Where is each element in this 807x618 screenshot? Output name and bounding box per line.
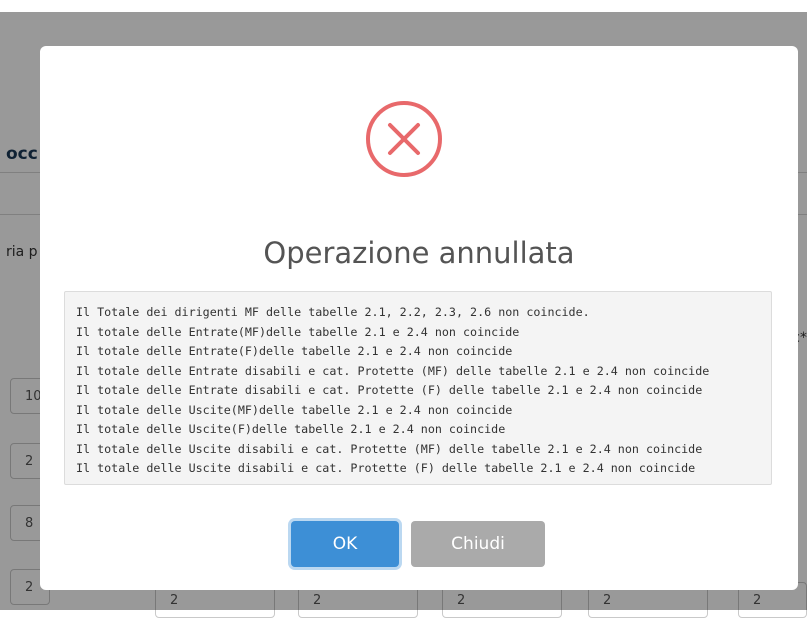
error-message-line: Il totale delle Uscite(MF)delle tabelle … [76,402,513,417]
error-message-line: Il totale delle Entrate(F)delle tabelle … [76,344,513,358]
error-message-line: Il Totale dei dirigenti MF delle tabelle… [76,305,590,319]
error-message-line: Il totale delle Entrate disabili e cat. … [76,363,710,378]
error-message-line: Il totale delle Uscite disabili e cat. P… [76,441,703,456]
error-circle-x-icon [366,101,442,177]
error-message-line: Il totale delle Uscite disabili e cat. P… [76,461,696,475]
error-dialog: Operazione annullata Il Totale dei dirig… [40,46,798,590]
error-message-line: Il totale delle Entrate disabili e cat. … [76,383,703,397]
top-strip [0,0,807,12]
error-message-line: Il totale delle Entrate(MF)delle tabelle… [76,324,520,339]
dialog-title: Operazione annullata [263,236,575,270]
error-message-box: Il Totale dei dirigenti MF delle tabelle… [64,291,772,485]
error-message-line: Il totale delle Uscite(F)delle tabelle 2… [76,422,506,436]
ok-button[interactable]: OK [291,521,399,567]
close-button[interactable]: Chiudi [411,521,545,567]
